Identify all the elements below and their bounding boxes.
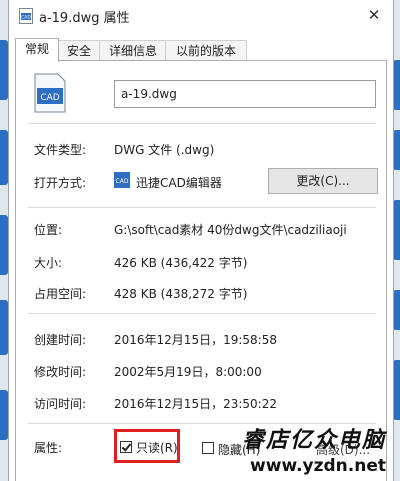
- file-type-value: DWG 文件 (.dwg): [114, 143, 215, 157]
- filename-input[interactable]: a-19.dwg: [114, 80, 376, 108]
- location-value: G:\soft\cad素材 40份dwg文件\cadziliaoji: [114, 223, 347, 237]
- divider: [28, 313, 376, 314]
- title-bar: CAD a-19.dwg 属性 ✕: [9, 0, 393, 32]
- svg-text:CAD: CAD: [40, 93, 59, 103]
- watermark-text: 睿店亿众电脑: [241, 427, 386, 453]
- accessed-label: 访问时间:: [34, 397, 87, 411]
- divider: [28, 123, 376, 124]
- accessed-value: 2016年12月15日，23:50:22: [114, 397, 277, 411]
- modified-value: 2002年5月19日，8:00:00: [114, 365, 262, 379]
- modified-label: 修改时间:: [34, 365, 87, 379]
- properties-dialog: CAD a-19.dwg 属性 ✕ 常规 安全 详细信息 以前的版本 CAD a…: [8, 0, 394, 481]
- dwg-file-icon: CAD: [19, 8, 33, 24]
- tab-previous-versions[interactable]: 以前的版本: [165, 40, 247, 61]
- location-label: 位置:: [34, 223, 63, 237]
- divider: [28, 207, 376, 208]
- change-button[interactable]: 更改(C)...: [268, 168, 378, 194]
- watermark: 睿店亿众电脑 www.yzdn.net: [242, 422, 386, 476]
- disk-size-value: 428 KB (438,272 字节): [114, 287, 248, 301]
- readonly-checkbox[interactable]: [120, 441, 132, 453]
- size-value: 426 KB (436,422 字节): [114, 256, 248, 270]
- file-type-label: 文件类型:: [34, 143, 87, 157]
- tab-details[interactable]: 详细信息: [99, 40, 167, 61]
- created-value: 2016年12月15日，19:58:58: [114, 333, 277, 347]
- tab-general[interactable]: 常规: [15, 38, 59, 62]
- close-button[interactable]: ✕: [361, 3, 387, 27]
- created-label: 创建时间:: [34, 333, 87, 347]
- hidden-checkbox[interactable]: [202, 442, 214, 454]
- general-tab-panel: CAD a-19.dwg 文件类型: DWG 文件 (.dwg) 打开方式: C…: [15, 60, 387, 481]
- svg-text:CAD: CAD: [116, 178, 129, 185]
- window-title: a-19.dwg 属性: [39, 11, 130, 26]
- size-label: 大小:: [34, 256, 63, 270]
- tab-security[interactable]: 安全: [57, 40, 101, 61]
- cad-app-icon: CAD: [114, 172, 130, 188]
- close-icon: ✕: [367, 6, 381, 24]
- watermark-url: www.yzdn.net: [250, 456, 386, 476]
- open-with-app: 迅捷CAD编辑器: [136, 176, 222, 190]
- cad-file-icon: CAD: [34, 73, 66, 113]
- svg-text:CAD: CAD: [21, 15, 31, 21]
- open-with-label: 打开方式:: [34, 176, 87, 190]
- attributes-label: 属性:: [34, 441, 63, 455]
- disk-size-label: 占用空间:: [34, 287, 87, 301]
- readonly-label: 只读(R): [136, 441, 178, 455]
